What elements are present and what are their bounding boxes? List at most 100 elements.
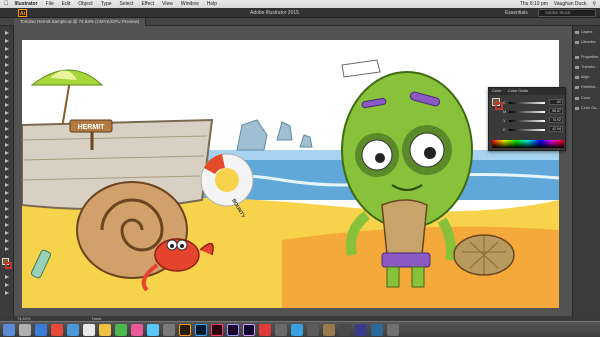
type-tool-icon[interactable]: [2, 78, 12, 84]
tab-color-guide[interactable]: Color Guide: [508, 89, 528, 93]
panel-align[interactable]: Align: [573, 73, 600, 82]
menu-help[interactable]: Help: [207, 1, 217, 7]
messages-icon[interactable]: [115, 323, 127, 336]
color-row-k[interactable]: K 42.94: [503, 126, 563, 133]
activity-monitor-icon[interactable]: [307, 323, 319, 336]
clock[interactable]: Thu 6:10 pm: [520, 1, 548, 7]
graph-tool-icon[interactable]: [2, 214, 12, 220]
panel-properties[interactable]: Properties: [573, 53, 600, 62]
trash-icon[interactable]: [387, 323, 399, 336]
appstore-icon[interactable]: [147, 323, 159, 336]
premiere-icon[interactable]: [227, 323, 239, 336]
preview-icon[interactable]: [323, 323, 335, 336]
launchpad-icon[interactable]: [19, 323, 31, 336]
calendar-icon[interactable]: [83, 323, 95, 336]
m-slider[interactable]: [509, 111, 545, 113]
search-icon[interactable]: ⚲: [592, 1, 596, 7]
menu-select[interactable]: Select: [120, 1, 134, 7]
y-value-input[interactable]: 74.92: [549, 117, 563, 123]
menu-view[interactable]: View: [162, 1, 173, 7]
panel-layers[interactable]: Layers: [573, 28, 600, 37]
creative-cloud-icon[interactable]: [259, 323, 271, 336]
illustrator-logo-icon: Ai: [18, 9, 27, 17]
finder-icon[interactable]: [3, 323, 15, 336]
pen-tool-icon[interactable]: [2, 62, 12, 68]
panel-libraries[interactable]: Libraries: [573, 38, 600, 47]
document-tab[interactable]: Tortoise Hermit Sample.ai @ 74.83% (CMYK…: [14, 18, 147, 26]
rectangle-tool-icon[interactable]: [2, 94, 12, 100]
eyedropper-tool-icon[interactable]: [2, 190, 12, 196]
panel-color-guide[interactable]: Color Gu...: [573, 104, 600, 113]
y-slider[interactable]: [509, 120, 545, 122]
menu-illustrator[interactable]: Illustrator: [15, 1, 38, 7]
music-icon[interactable]: [355, 323, 367, 336]
menu-effect[interactable]: Effect: [141, 1, 154, 7]
scale-tool-icon[interactable]: [2, 134, 12, 140]
itunes-icon[interactable]: [131, 323, 143, 336]
c-value-input[interactable]: 60: [549, 99, 563, 105]
k-value-input[interactable]: 42.94: [549, 126, 563, 132]
chrome-icon[interactable]: [51, 323, 63, 336]
m-value-input[interactable]: 56.87: [549, 108, 563, 114]
color-row-m[interactable]: M 56.87: [503, 108, 563, 115]
stroke-swatch-icon[interactable]: [5, 262, 12, 269]
curvature-tool-icon[interactable]: [2, 70, 12, 76]
menu-window[interactable]: Window: [181, 1, 199, 7]
color-row-y[interactable]: Y 74.92: [503, 117, 563, 124]
photoshop-icon[interactable]: [195, 323, 207, 336]
k-slider[interactable]: [509, 129, 545, 131]
terminal-icon[interactable]: [275, 323, 287, 336]
twitter-icon[interactable]: [291, 323, 303, 336]
screen-mode-icon[interactable]: [2, 290, 12, 296]
eraser-tool-icon[interactable]: [2, 118, 12, 124]
free-transform-tool-icon[interactable]: [2, 150, 12, 156]
color-row-c[interactable]: C 60: [503, 99, 563, 106]
workspace-switcher[interactable]: Essentials: [505, 10, 528, 16]
gradient-tool-icon[interactable]: [2, 182, 12, 188]
apple-icon[interactable]: : [4, 1, 9, 7]
c-slider[interactable]: [509, 102, 545, 104]
safari-icon[interactable]: [35, 323, 47, 336]
zoom-tool-icon[interactable]: [2, 246, 12, 252]
menu-type[interactable]: Type: [101, 1, 112, 7]
lasso-tool-icon[interactable]: [2, 54, 12, 60]
menu-edit[interactable]: Edit: [62, 1, 71, 7]
panel-color[interactable]: Color: [573, 94, 600, 103]
mail-icon[interactable]: [67, 323, 79, 336]
illustrator-dock-icon[interactable]: [179, 323, 191, 336]
width-tool-icon[interactable]: [2, 142, 12, 148]
menu-object[interactable]: Object: [78, 1, 92, 7]
paintbrush-tool-icon[interactable]: [2, 102, 12, 108]
direct-selection-tool-icon[interactable]: [2, 38, 12, 44]
stroke-color-icon[interactable]: [495, 102, 503, 110]
stock-search-input[interactable]: Adobe Stock: [538, 9, 596, 17]
perspective-grid-tool-icon[interactable]: [2, 166, 12, 172]
shape-builder-tool-icon[interactable]: [2, 158, 12, 164]
color-mode-icon[interactable]: [2, 274, 12, 280]
panel-pathfinder[interactable]: Pathfind...: [573, 83, 600, 92]
line-tool-icon[interactable]: [2, 86, 12, 92]
after-effects-icon[interactable]: [243, 323, 255, 336]
photos-icon[interactable]: [339, 323, 351, 336]
notes-icon[interactable]: [99, 323, 111, 336]
color-spectrum[interactable]: [492, 140, 564, 148]
draw-mode-icon[interactable]: [2, 282, 12, 288]
magic-wand-tool-icon[interactable]: [2, 46, 12, 52]
tab-color[interactable]: Color: [492, 89, 501, 93]
rotate-tool-icon[interactable]: [2, 126, 12, 132]
user-name[interactable]: Vaughan Duck: [554, 1, 586, 7]
indesign-icon[interactable]: [211, 323, 223, 336]
panel-transform[interactable]: Transfor...: [573, 63, 600, 72]
folder-icon[interactable]: [371, 323, 383, 336]
pencil-tool-icon[interactable]: [2, 110, 12, 116]
artboard[interactable]: HERMIT BOUNTY: [22, 40, 559, 308]
symbol-sprayer-tool-icon[interactable]: [2, 206, 12, 212]
menu-file[interactable]: File: [46, 1, 54, 7]
mesh-tool-icon[interactable]: [2, 174, 12, 180]
system-preferences-icon[interactable]: [163, 323, 175, 336]
hand-tool-icon[interactable]: [2, 238, 12, 244]
blend-tool-icon[interactable]: [2, 198, 12, 204]
slice-tool-icon[interactable]: [2, 230, 12, 236]
artboard-tool-icon[interactable]: [2, 222, 12, 228]
selection-tool-icon[interactable]: [2, 30, 12, 36]
